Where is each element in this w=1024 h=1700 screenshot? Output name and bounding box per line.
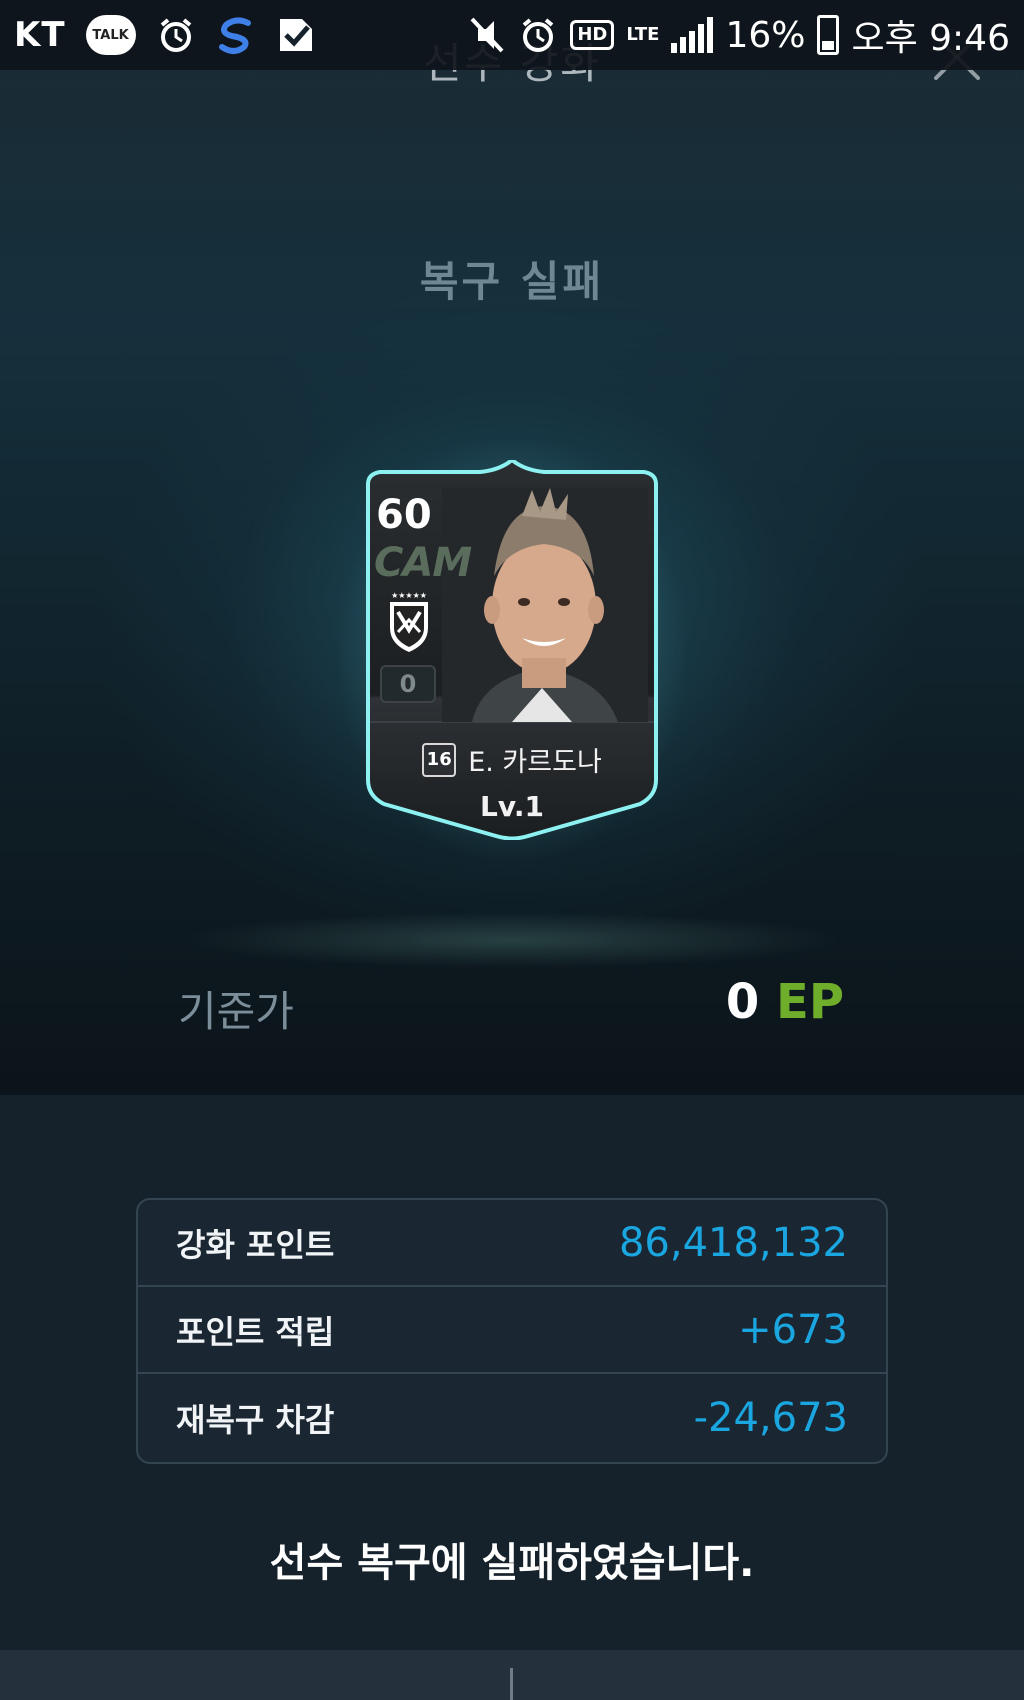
hd-icon: HD: [570, 20, 615, 50]
result-title: 복구 실패: [419, 257, 605, 306]
mute-icon: [470, 17, 504, 53]
points-label: 재복구 차감: [176, 1400, 335, 1439]
base-price-value: 0 EP: [726, 974, 844, 1030]
base-price-unit: EP: [776, 974, 844, 1030]
points-row-enhance: 강화 포인트 86,418,132: [138, 1200, 886, 1287]
points-value: +673: [738, 1306, 848, 1353]
result-message: 선수 복구에 실패하였습니다.: [269, 1540, 755, 1586]
status-clock: 오후 9:46: [851, 18, 1010, 59]
points-table: 강화 포인트 86,418,132 포인트 적립 +673 재복구 차감 -24…: [136, 1198, 888, 1464]
lte-icon: LTE: [626, 24, 660, 45]
check-app-icon: [279, 19, 312, 51]
season-badge: 16: [422, 742, 457, 777]
carrier-label: KT: [14, 15, 66, 55]
stadium-ground: [40, 900, 984, 980]
player-position: CAM: [374, 540, 472, 586]
points-row-deduction: 재복구 차감 -24,673: [138, 1374, 886, 1461]
bottom-divider: [510, 1668, 513, 1700]
monterrey-crest-icon: ★★★★★: [390, 591, 428, 652]
status-bar: KT TALK HD LTE 16% 오후 9:46: [0, 0, 1024, 70]
points-label: 포인트 적립: [176, 1312, 335, 1351]
alarm-icon: [160, 18, 191, 52]
points-row-accrual: 포인트 적립 +673: [138, 1287, 886, 1374]
player-photo: [442, 488, 648, 722]
base-price-label: 기준가: [178, 987, 294, 1036]
alarm-icon: [523, 18, 554, 52]
enhance-level-badge: 0: [380, 665, 436, 703]
bottom-action-bar[interactable]: [0, 1650, 1024, 1700]
battery-icon: [817, 15, 840, 55]
player-name: E. 카르도나: [468, 747, 602, 778]
s-app-icon: [218, 17, 251, 54]
player-card: 60 CAM ★★★★★ 0 16 E. 카르도나 Lv.1: [362, 460, 662, 840]
result-hero: 선수 강화 복구 실패: [0, 0, 1024, 1095]
signal-icon: [671, 17, 714, 53]
battery-percent: 16%: [725, 14, 806, 56]
base-price-number: 0: [725, 974, 760, 1030]
player-overall: 60: [376, 492, 432, 538]
player-name-row: 16 E. 카르도나: [362, 740, 662, 779]
points-value: 86,418,132: [618, 1219, 848, 1266]
player-level: Lv.1: [480, 790, 544, 823]
svg-text:★★★★★: ★★★★★: [391, 591, 427, 600]
points-value: -24,673: [693, 1394, 848, 1441]
kakaotalk-icon: TALK: [85, 15, 136, 55]
points-label: 강화 포인트: [176, 1225, 335, 1264]
